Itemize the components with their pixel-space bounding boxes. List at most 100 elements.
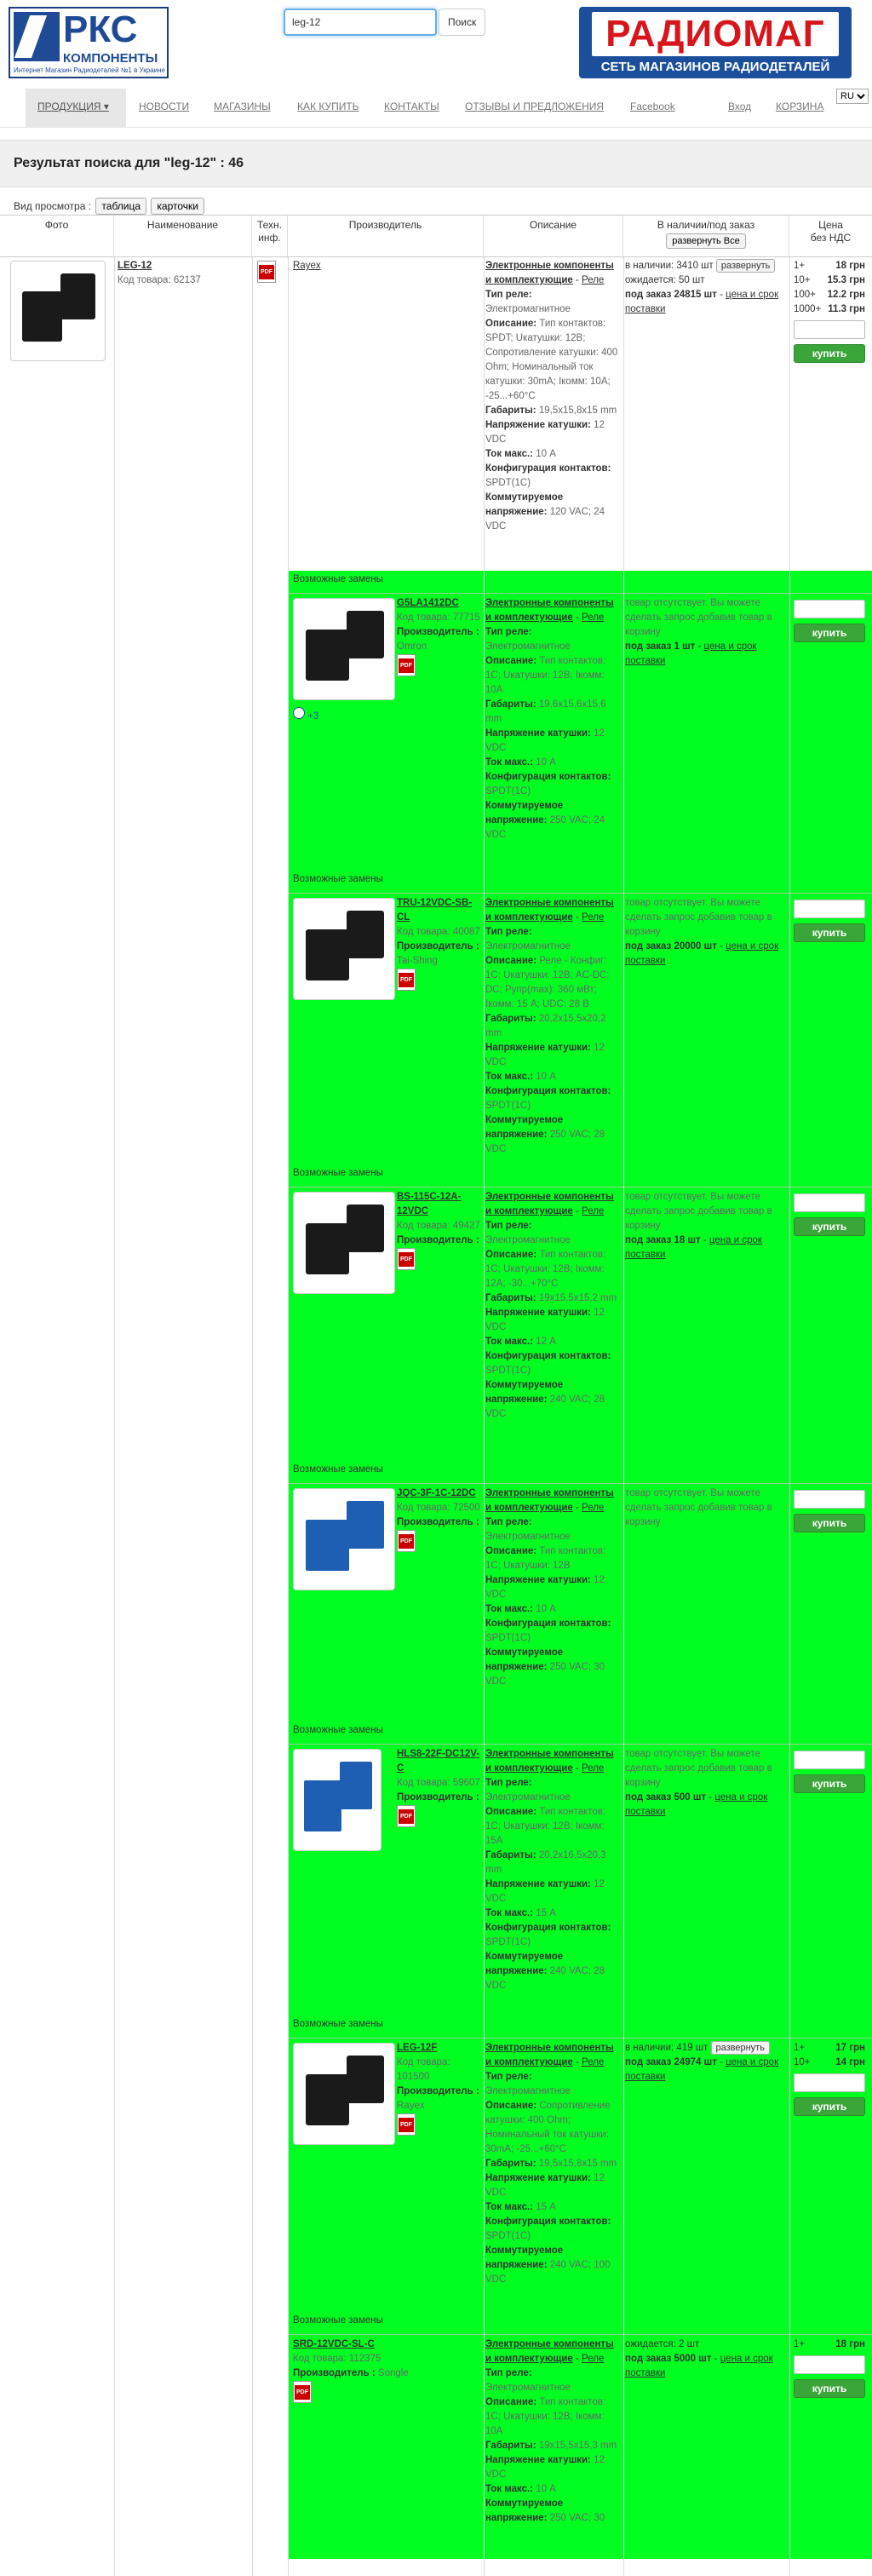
nav-contacts[interactable]: КОНТАКТЫ [384, 101, 439, 112]
price-value: 12.2 грн [827, 290, 865, 300]
nav-cart[interactable]: КОРЗИНА [776, 101, 823, 112]
alt-name-link[interactable]: SRD-12VDC-SL-C [293, 2339, 375, 2349]
nav-reviews[interactable]: ОТЗЫВЫ И ПРЕДЛОЖЕНИЯ [465, 101, 604, 112]
rks-logo-text: РКС [63, 9, 138, 50]
type-label: Тип реле: [485, 1778, 532, 1788]
current-label: Ток макс.: [485, 2484, 534, 2494]
buy-button[interactable]: купить [794, 2379, 865, 2398]
col-stock: В наличии/под заказ развернуть Все [623, 216, 789, 258]
product-photo[interactable] [293, 898, 395, 1000]
product-photo[interactable] [293, 1192, 395, 1294]
buy-button[interactable]: купить [794, 1217, 865, 1236]
relay-link[interactable]: Реле [582, 1503, 604, 1513]
alt-stock-info: ожидается: 2 шт под заказ 5000 шт - цена … [625, 2339, 773, 2378]
buy-button[interactable]: купить [794, 1514, 865, 1532]
datasheet-pdf-icon[interactable] [293, 2381, 312, 2403]
current-value: 15 A [536, 1908, 556, 1918]
nav-how-to-buy[interactable]: КАК КУПИТЬ [297, 101, 359, 112]
radiomag-banner[interactable]: РАДИОМАГ СЕТЬ МАГАЗИНОВ РАДИОДЕТАЛЕЙ [579, 7, 852, 78]
buy-button[interactable]: купить [794, 624, 865, 642]
config-label: Конфигурация контактов: [485, 463, 611, 474]
product-description: Электронные компоненты и комплектующие -… [485, 261, 618, 532]
datasheet-pdf-icon[interactable] [397, 1248, 416, 1270]
quantity-input[interactable] [794, 320, 865, 339]
current-label: Ток макс.: [485, 2202, 534, 2212]
alt-name-link[interactable]: G5LA1412DC [397, 598, 459, 608]
quantity-input[interactable] [794, 1490, 865, 1509]
expand-button[interactable]: развернуть [715, 259, 776, 273]
search-button[interactable]: Поиск [439, 9, 486, 36]
product-photo[interactable] [293, 1749, 382, 1851]
current-value: 15 A [536, 2202, 556, 2212]
quantity-input[interactable] [794, 1751, 865, 1769]
search-input[interactable] [284, 9, 437, 36]
nav-login[interactable]: Вход [728, 101, 751, 112]
product-name-link[interactable]: LEG-12 [118, 261, 152, 271]
relay-link[interactable]: Реле [582, 1206, 604, 1216]
datasheet-pdf-icon[interactable] [257, 261, 276, 288]
relay-link[interactable]: Реле [582, 2354, 604, 2364]
alt-name-link[interactable]: JQC-3F-1C-12DC [397, 1488, 476, 1498]
relay-body-icon [340, 1762, 372, 1809]
dims-label: Габариты: [485, 2441, 536, 2451]
config-label: Конфигурация контактов: [485, 1619, 611, 1629]
quantity-input[interactable] [794, 900, 865, 918]
alt-name-link[interactable]: TRU-12VDC-SB-CL [397, 898, 472, 923]
quantity-input[interactable] [794, 1193, 865, 1212]
relay-link[interactable]: Реле [582, 2057, 604, 2067]
maker-link[interactable]: Rayex [293, 259, 321, 273]
column-divider [114, 257, 115, 2576]
relay-link[interactable]: Реле [582, 275, 604, 285]
relay-link[interactable]: Реле [582, 1763, 604, 1774]
product-photo[interactable] [293, 1488, 395, 1590]
product-photo[interactable] [293, 598, 395, 700]
quantity-input[interactable] [794, 600, 865, 618]
datasheet-pdf-icon[interactable] [397, 1805, 416, 1827]
nav-news[interactable]: НОВОСТИ [139, 101, 189, 112]
view-cards-button[interactable]: карточки [151, 198, 204, 215]
quantity-input[interactable] [794, 2073, 865, 2092]
datasheet-pdf-icon[interactable] [397, 1530, 416, 1552]
product-photo[interactable] [293, 2043, 395, 2145]
buy-button[interactable]: купить [794, 923, 865, 942]
col-tech: Техн. инф. [252, 216, 288, 258]
relay-link[interactable]: Реле [582, 912, 604, 923]
datasheet-pdf-icon[interactable] [397, 2113, 416, 2136]
order-count: под заказ 24974 шт [625, 2057, 717, 2067]
desc-label: Описание: [485, 956, 537, 966]
absent-note: товар отсутствует. Вы можете сделать зап… [625, 1192, 772, 1231]
type-label: Тип реле: [485, 1517, 532, 1527]
view-table-button[interactable]: таблица [95, 198, 147, 215]
alt-name-link[interactable]: LEG-12F [397, 2043, 437, 2053]
product-photo[interactable] [10, 261, 106, 361]
nav-shops[interactable]: МАГАЗИНЫ [214, 101, 271, 112]
table-header: Фото Наименование Техн. инф. Производител… [0, 215, 872, 258]
alt-name-link[interactable]: BS-115C-12A-12VDC [397, 1192, 461, 1216]
language-select[interactable]: RU [836, 89, 869, 104]
quantity-input[interactable] [794, 2355, 865, 2374]
relay-link[interactable]: Реле [582, 612, 604, 623]
expand-button[interactable]: развернуть [710, 2041, 770, 2055]
nav-products[interactable]: ПРОДУКЦИЯ ▾ [26, 89, 126, 128]
radiomag-subtitle: СЕТЬ МАГАЗИНОВ РАДИОДЕТАЛЕЙ [600, 60, 830, 74]
stock-count: в наличии: 3410 шт [625, 261, 714, 271]
alt-maker-label: Производитель : [397, 1235, 479, 1245]
datasheet-pdf-icon[interactable] [397, 969, 416, 991]
expand-all-button[interactable]: развернуть Все [666, 233, 746, 249]
analog-badge[interactable]: +3 [293, 707, 318, 724]
alt-maker-label: Производитель : [397, 941, 479, 952]
relay-body-icon [347, 611, 384, 658]
buy-button[interactable]: купить [794, 344, 865, 363]
alt-name-link[interactable]: HLS8-22F-DC12V-C [397, 1749, 479, 1774]
alt-price-block: купить [794, 896, 870, 942]
price-tier: 100+ 12.2 грн [794, 288, 865, 302]
column-divider [789, 257, 790, 2576]
rks-logo[interactable]: РКС КОМПОНЕНТЫ Интернет Магазин Радиодет… [9, 7, 169, 78]
nav-facebook[interactable]: Facebook [630, 101, 675, 112]
desc-label: Описание: [485, 656, 537, 666]
config-label: Конфигурация контактов: [485, 1351, 611, 1361]
col-maker: Производитель [288, 216, 484, 258]
datasheet-pdf-icon[interactable] [397, 654, 416, 676]
buy-button[interactable]: купить [794, 1774, 865, 1793]
buy-button[interactable]: купить [794, 2097, 865, 2116]
